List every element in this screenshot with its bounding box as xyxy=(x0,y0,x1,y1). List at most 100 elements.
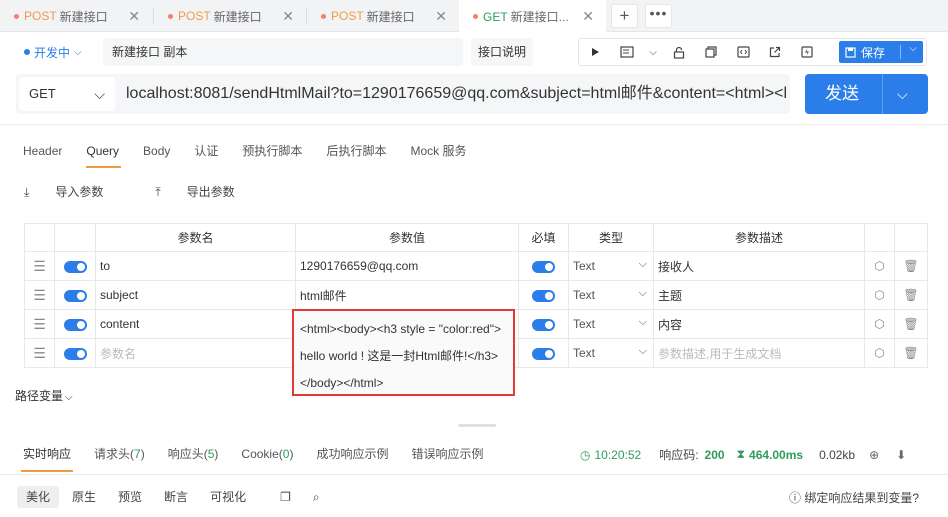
status-select[interactable]: 开发中 ⌵ xyxy=(16,39,90,65)
close-icon[interactable]: ✕ xyxy=(282,8,294,25)
tab-visualize[interactable]: 可视化 xyxy=(201,486,255,508)
required-toggle[interactable] xyxy=(532,347,555,360)
param-name[interactable]: subject xyxy=(95,280,296,310)
import-icon: ⤓ xyxy=(24,185,30,199)
param-desc[interactable]: 主题 xyxy=(653,280,865,310)
param-desc[interactable]: 接收人 xyxy=(653,251,865,281)
drag-handle-icon[interactable]: ☰ xyxy=(24,280,55,310)
tab-preview[interactable]: 预览 xyxy=(109,486,151,508)
help-icon: ⓘ xyxy=(789,491,802,505)
trash-icon[interactable]: 🗑 xyxy=(894,251,928,281)
tab-header[interactable]: Header xyxy=(23,138,62,166)
enable-toggle[interactable] xyxy=(63,347,87,360)
chevron-down-icon[interactable]: ⌵ xyxy=(897,74,908,114)
param-desc[interactable]: 内容 xyxy=(653,309,865,339)
response-code: 200 xyxy=(704,447,725,462)
path-variables-toggle[interactable]: 路径变量 ⌵ xyxy=(15,387,73,404)
request-tabs: Header Query Body 认证 预执行脚本 后执行脚本 Mock 服务 xyxy=(23,138,490,168)
response-time: 10:20:52 xyxy=(594,447,642,462)
cube-icon[interactable]: ⬡ xyxy=(864,309,895,339)
method-select[interactable]: GET ⌵ xyxy=(19,77,115,111)
tab-pretty[interactable]: 美化 xyxy=(17,486,60,508)
tab-error-example[interactable]: 错误响应示例 xyxy=(411,444,483,464)
save-button[interactable]: 保存 ⌵ xyxy=(839,41,923,63)
close-icon[interactable]: ✕ xyxy=(435,8,447,25)
share-icon[interactable] xyxy=(759,39,791,65)
doc-preview-icon[interactable] xyxy=(611,39,643,65)
tab-query[interactable]: Query xyxy=(86,138,121,168)
cube-icon[interactable]: ⬡ xyxy=(864,338,895,368)
param-name[interactable]: to xyxy=(95,251,296,281)
tab-raw[interactable]: 原生 xyxy=(63,486,105,508)
chevron-down-icon[interactable]: ⌵ xyxy=(909,43,917,54)
resize-handle[interactable] xyxy=(458,424,496,427)
enable-toggle[interactable] xyxy=(63,260,87,273)
tab-mock[interactable]: Mock 服务 xyxy=(410,138,466,166)
download-icon[interactable]: ⬇ xyxy=(896,448,906,462)
run-icon[interactable] xyxy=(579,39,611,65)
type-select[interactable]: Text ⌵ xyxy=(568,280,654,310)
copy-icon[interactable] xyxy=(695,39,727,65)
col-desc: 参数描述 xyxy=(653,223,865,252)
tab-live-response[interactable]: 实时响应 xyxy=(20,444,74,472)
type-select[interactable]: Text ⌵ xyxy=(568,338,654,368)
request-tab-4-active[interactable]: GET 新建接口... ✕ xyxy=(459,0,606,33)
mock-icon[interactable] xyxy=(791,39,823,65)
response-code-label: 响应码: xyxy=(659,448,699,462)
send-button[interactable]: 发送 ⌵ xyxy=(805,74,928,114)
response-duration: 464.00ms xyxy=(749,447,804,462)
import-params-button[interactable]: ⤓ 导入参数 xyxy=(24,183,129,200)
tab-request-headers[interactable]: 请求头(7) xyxy=(94,444,145,464)
bind-response-hint[interactable]: ⓘ 绑定响应结果到变量? xyxy=(789,489,919,506)
tab-assert[interactable]: 断言 xyxy=(155,486,197,508)
close-icon[interactable]: ✕ xyxy=(128,8,140,25)
param-name-input[interactable]: 参数名 xyxy=(95,338,296,368)
response-size: 0.02kb xyxy=(819,447,856,462)
lock-icon[interactable] xyxy=(663,39,695,65)
request-tab-2[interactable]: POST 新建接口 ✕ xyxy=(154,0,306,32)
tab-success-example[interactable]: 成功响应示例 xyxy=(316,444,388,464)
required-toggle[interactable] xyxy=(532,318,555,331)
drag-handle-icon[interactable]: ☰ xyxy=(24,309,55,339)
type-select[interactable]: Text ⌵ xyxy=(568,309,654,339)
trash-icon[interactable]: 🗑 xyxy=(894,309,928,339)
tab-post-script[interactable]: 后执行脚本 xyxy=(326,138,386,166)
close-icon[interactable]: ✕ xyxy=(582,8,594,25)
url-input[interactable]: localhost:8081/sendHtmlMail?to=129017665… xyxy=(126,74,786,114)
chevron-down-icon[interactable]: ⌵ xyxy=(643,39,663,65)
tab-auth[interactable]: 认证 xyxy=(194,138,218,166)
search-icon[interactable]: ⌕ xyxy=(304,486,329,508)
col-name: 参数名 xyxy=(95,223,296,252)
content-value-editor[interactable]: <html><body><h3 style = "color:red">hell… xyxy=(292,309,515,396)
col-value: 参数值 xyxy=(295,223,519,252)
enable-toggle[interactable] xyxy=(63,289,87,302)
code-icon[interactable] xyxy=(727,39,759,65)
request-tab-3[interactable]: POST 新建接口 ✕ xyxy=(307,0,459,32)
param-name[interactable]: content xyxy=(95,309,296,339)
type-select[interactable]: Text ⌵ xyxy=(568,251,654,281)
trash-icon[interactable]: 🗑 xyxy=(894,338,928,368)
required-toggle[interactable] xyxy=(532,260,555,273)
api-doc-button[interactable]: 接口说明 xyxy=(471,38,533,66)
drag-handle-icon[interactable]: ☰ xyxy=(24,338,55,368)
more-tabs-button[interactable]: ••• xyxy=(645,4,672,28)
tab-cookie[interactable]: Cookie(0) xyxy=(241,444,293,464)
request-tab-1[interactable]: POST 新建接口 ✕ xyxy=(0,0,152,32)
globe-icon[interactable]: ⊕ xyxy=(869,448,879,462)
required-toggle[interactable] xyxy=(532,289,555,302)
cube-icon[interactable]: ⬡ xyxy=(864,280,895,310)
cube-icon[interactable]: ⬡ xyxy=(864,251,895,281)
tab-body[interactable]: Body xyxy=(143,138,170,166)
trash-icon[interactable]: 🗑 xyxy=(894,280,928,310)
tab-pre-script[interactable]: 预执行脚本 xyxy=(242,138,302,166)
add-tab-button[interactable]: + xyxy=(611,4,638,28)
param-value[interactable]: 1290176659@qq.com xyxy=(295,251,519,281)
tab-response-headers[interactable]: 响应头(5) xyxy=(168,444,219,464)
copy-icon[interactable]: ❐ xyxy=(271,486,300,508)
param-desc-input[interactable]: 参数描述,用于生成文档 xyxy=(653,338,865,368)
api-name-input[interactable]: 新建接口 副本 xyxy=(103,38,463,66)
param-value[interactable]: html邮件 xyxy=(295,280,519,310)
export-params-button[interactable]: ⤒ 导出参数 xyxy=(155,183,260,200)
drag-handle-icon[interactable]: ☰ xyxy=(24,251,55,281)
enable-toggle[interactable] xyxy=(63,318,87,331)
